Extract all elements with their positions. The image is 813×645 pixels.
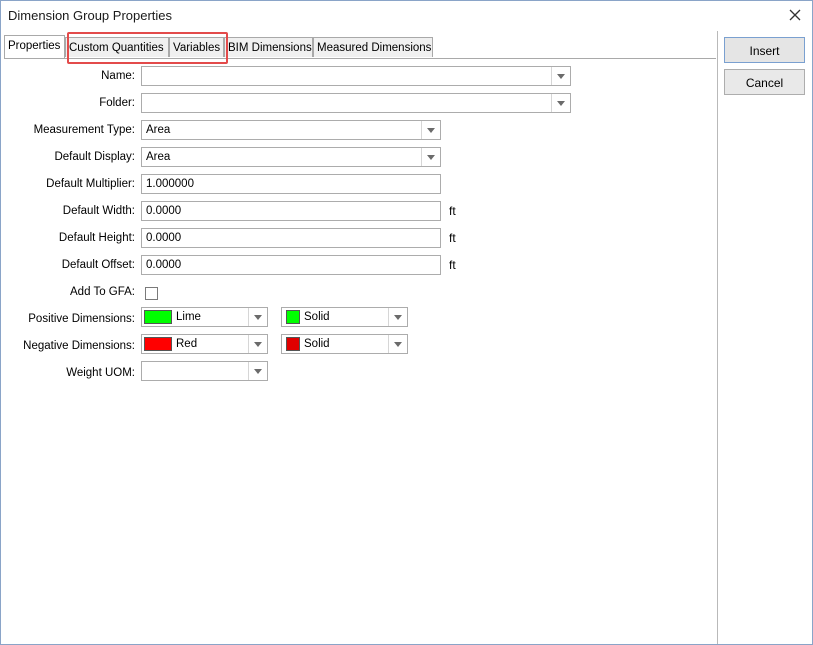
red-pattern-swatch: [286, 337, 300, 351]
chevron-down-icon[interactable]: [248, 335, 267, 353]
positive-pattern-name: Solid: [304, 311, 330, 323]
chevron-down-icon[interactable]: [421, 121, 440, 139]
chevron-down-icon[interactable]: [248, 362, 267, 380]
default-offset-unit: ft: [449, 258, 456, 272]
close-icon[interactable]: [784, 4, 806, 26]
tab-measured-dimensions[interactable]: Measured Dimensions: [313, 37, 433, 57]
highlight-box: [67, 32, 228, 64]
chevron-down-icon[interactable]: [551, 67, 570, 85]
positive-color-select[interactable]: Lime: [141, 307, 268, 327]
negative-dimensions-label: Negative Dimensions:: [23, 340, 135, 352]
folder-label: Folder:: [99, 97, 135, 109]
negative-color-select[interactable]: Red: [141, 334, 268, 354]
positive-dimensions-label: Positive Dimensions:: [28, 313, 135, 325]
default-width-label: Default Width:: [62, 205, 135, 217]
lime-color-swatch: [144, 310, 172, 324]
default-display-value: Area: [146, 151, 171, 163]
default-multiplier-label: Default Multiplier:: [46, 178, 135, 190]
default-width-value: 0.0000: [146, 205, 182, 217]
default-multiplier-value: 1.000000: [146, 178, 194, 190]
chevron-down-icon[interactable]: [388, 335, 407, 353]
default-height-label: Default Height:: [58, 232, 135, 244]
default-display-select[interactable]: Area: [141, 147, 441, 167]
window-title: Dimension Group Properties: [8, 8, 173, 23]
chevron-down-icon[interactable]: [248, 308, 267, 326]
positive-color-name: Lime: [176, 311, 201, 323]
button-panel: Insert Cancel: [718, 31, 812, 644]
chevron-down-icon[interactable]: [551, 94, 570, 112]
weight-uom-select[interactable]: [141, 361, 268, 381]
name-combobox[interactable]: [141, 66, 571, 86]
dialog-window: Dimension Group Properties Properties Cu…: [0, 0, 813, 645]
default-display-label: Default Display:: [54, 151, 135, 163]
add-to-gfa-checkbox[interactable]: [145, 287, 158, 300]
negative-pattern-name: Solid: [304, 338, 330, 350]
tab-bim-dimensions[interactable]: BIM Dimensions: [224, 37, 313, 57]
default-multiplier-input[interactable]: 1.000000: [141, 174, 441, 194]
folder-combobox[interactable]: [141, 93, 571, 113]
weight-uom-label: Weight UOM:: [66, 367, 135, 379]
cancel-button[interactable]: Cancel: [724, 69, 805, 95]
default-offset-value: 0.0000: [146, 259, 182, 271]
default-offset-input[interactable]: 0.0000: [141, 255, 441, 275]
negative-pattern-select[interactable]: Solid: [281, 334, 408, 354]
chevron-down-icon[interactable]: [421, 148, 440, 166]
default-width-unit: ft: [449, 204, 456, 218]
chevron-down-icon[interactable]: [388, 308, 407, 326]
lime-pattern-swatch: [286, 310, 300, 324]
positive-pattern-select[interactable]: Solid: [281, 307, 408, 327]
measurement-type-value: Area: [146, 124, 171, 136]
red-color-swatch: [144, 337, 172, 351]
add-to-gfa-label: Add To GFA:: [70, 286, 135, 298]
negative-color-name: Red: [176, 338, 198, 350]
default-width-input[interactable]: 0.0000: [141, 201, 441, 221]
properties-panel: Properties Custom Quantities Variables B…: [1, 31, 718, 644]
default-offset-label: Default Offset:: [61, 259, 135, 271]
default-height-input[interactable]: 0.0000: [141, 228, 441, 248]
title-bar: Dimension Group Properties: [1, 1, 812, 31]
insert-button[interactable]: Insert: [724, 37, 805, 63]
tab-properties[interactable]: Properties: [4, 35, 65, 58]
default-height-unit: ft: [449, 231, 456, 245]
measurement-type-select[interactable]: Area: [141, 120, 441, 140]
name-label: Name:: [101, 70, 135, 82]
default-height-value: 0.0000: [146, 232, 182, 244]
measurement-type-label: Measurement Type:: [33, 124, 135, 136]
